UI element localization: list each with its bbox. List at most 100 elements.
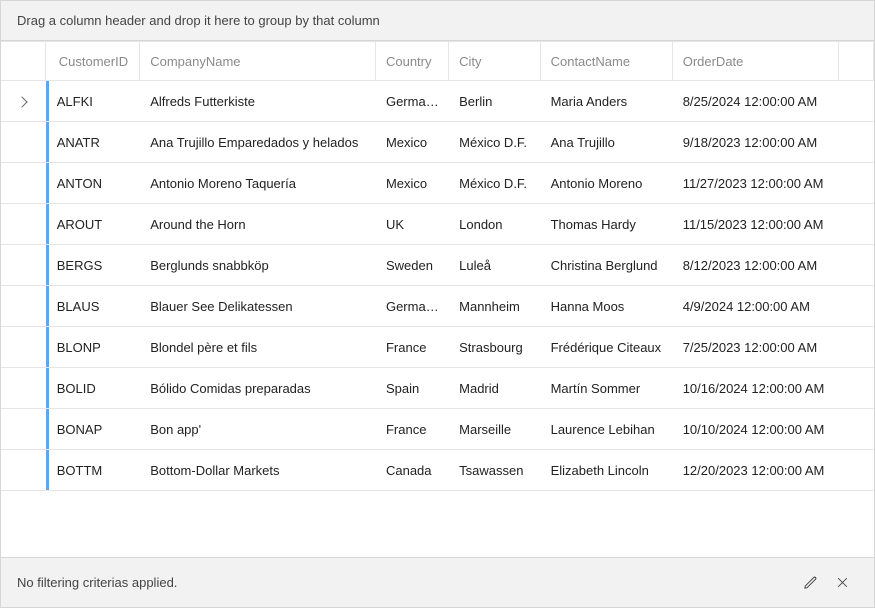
table-row[interactable]: AROUTAround the HornUKLondonThomas Hardy… bbox=[1, 204, 874, 245]
cell-contactname: Martín Sommer bbox=[541, 368, 673, 409]
cell-contactname: Elizabeth Lincoln bbox=[541, 450, 673, 491]
cell-companyname: Blondel père et fils bbox=[140, 327, 376, 368]
header-companyname[interactable]: CompanyName bbox=[140, 41, 376, 81]
cell-orderdate: 9/18/2023 12:00:00 AM bbox=[673, 122, 840, 163]
cell-orderdate: 8/12/2023 12:00:00 AM bbox=[673, 245, 840, 286]
cell-city: Strasbourg bbox=[449, 327, 540, 368]
cell-customerid: BLONP bbox=[49, 327, 140, 368]
cell-end bbox=[839, 81, 874, 122]
cell-country: Germany bbox=[376, 81, 449, 122]
header-end-cell bbox=[839, 41, 874, 81]
cell-city: México D.F. bbox=[449, 122, 540, 163]
table-row[interactable]: ALFKIAlfreds FutterkisteGermanyBerlinMar… bbox=[1, 81, 874, 122]
expand-row-button[interactable] bbox=[1, 409, 46, 450]
edit-filter-button[interactable] bbox=[794, 567, 826, 599]
cell-contactname: Antonio Moreno bbox=[541, 163, 673, 204]
cell-customerid: ALFKI bbox=[49, 81, 140, 122]
cell-contactname: Hanna Moos bbox=[541, 286, 673, 327]
cell-companyname: Ana Trujillo Emparedados y helados bbox=[140, 122, 376, 163]
header-contactname[interactable]: ContactName bbox=[541, 41, 673, 81]
cell-country: UK bbox=[376, 204, 449, 245]
expand-row-button[interactable] bbox=[1, 245, 46, 286]
cell-companyname: Blauer See Delikatessen bbox=[140, 286, 376, 327]
cell-city: Tsawassen bbox=[449, 450, 540, 491]
cell-orderdate: 11/15/2023 12:00:00 AM bbox=[673, 204, 840, 245]
cell-customerid: BLAUS bbox=[49, 286, 140, 327]
cell-companyname: Bon app' bbox=[140, 409, 376, 450]
table-row[interactable]: ANATRAna Trujillo Emparedados y heladosM… bbox=[1, 122, 874, 163]
expand-row-button[interactable] bbox=[1, 327, 46, 368]
cell-city: Madrid bbox=[449, 368, 540, 409]
table-row[interactable]: BONAPBon app'FranceMarseilleLaurence Leb… bbox=[1, 409, 874, 450]
cell-end bbox=[839, 327, 874, 368]
header-expander-cell bbox=[1, 41, 46, 81]
cell-end bbox=[839, 286, 874, 327]
expand-row-button[interactable] bbox=[1, 81, 46, 122]
cell-end bbox=[839, 450, 874, 491]
cell-orderdate: 10/10/2024 12:00:00 AM bbox=[673, 409, 840, 450]
cell-country: France bbox=[376, 327, 449, 368]
cell-country: Canada bbox=[376, 450, 449, 491]
cell-customerid: BOLID bbox=[49, 368, 140, 409]
filter-status-text: No filtering criterias applied. bbox=[17, 575, 177, 590]
cell-contactname: Christina Berglund bbox=[541, 245, 673, 286]
table-row[interactable]: ANTONAntonio Moreno TaqueríaMexicoMéxico… bbox=[1, 163, 874, 204]
pencil-icon bbox=[803, 575, 818, 590]
cell-city: Berlin bbox=[449, 81, 540, 122]
cell-city: México D.F. bbox=[449, 163, 540, 204]
cell-country: France bbox=[376, 409, 449, 450]
cell-country: Mexico bbox=[376, 122, 449, 163]
data-grid-wrapper: CustomerID CompanyName Country City Cont… bbox=[1, 41, 874, 491]
header-orderdate[interactable]: OrderDate bbox=[673, 41, 840, 81]
cell-customerid: BOTTM bbox=[49, 450, 140, 491]
group-panel-text: Drag a column header and drop it here to… bbox=[17, 13, 380, 28]
close-icon bbox=[836, 576, 849, 589]
cell-end bbox=[839, 163, 874, 204]
table-row[interactable]: BOLIDBólido Comidas preparadasSpainMadri… bbox=[1, 368, 874, 409]
cell-end bbox=[839, 122, 874, 163]
expand-row-button[interactable] bbox=[1, 368, 46, 409]
cell-contactname: Thomas Hardy bbox=[541, 204, 673, 245]
cell-orderdate: 11/27/2023 12:00:00 AM bbox=[673, 163, 840, 204]
expand-row-button[interactable] bbox=[1, 163, 46, 204]
cell-companyname: Alfreds Futterkiste bbox=[140, 81, 376, 122]
filter-footer-bar: No filtering criterias applied. bbox=[1, 557, 874, 607]
cell-orderdate: 7/25/2023 12:00:00 AM bbox=[673, 327, 840, 368]
cell-companyname: Bólido Comidas preparadas bbox=[140, 368, 376, 409]
cell-city: Luleå bbox=[449, 245, 540, 286]
expand-row-button[interactable] bbox=[1, 286, 46, 327]
table-row[interactable]: BLONPBlondel père et filsFranceStrasbour… bbox=[1, 327, 874, 368]
table-row[interactable]: BLAUSBlauer See DelikatessenGermanyMannh… bbox=[1, 286, 874, 327]
cell-country: Germany bbox=[376, 286, 449, 327]
cell-orderdate: 4/9/2024 12:00:00 AM bbox=[673, 286, 840, 327]
cell-contactname: Frédérique Citeaux bbox=[541, 327, 673, 368]
cell-customerid: BERGS bbox=[49, 245, 140, 286]
expand-row-button[interactable] bbox=[1, 204, 46, 245]
chevron-right-icon bbox=[17, 96, 28, 107]
header-customerid[interactable]: CustomerID bbox=[49, 41, 140, 81]
cell-customerid: BONAP bbox=[49, 409, 140, 450]
clear-filter-button[interactable] bbox=[826, 567, 858, 599]
cell-contactname: Maria Anders bbox=[541, 81, 673, 122]
cell-customerid: AROUT bbox=[49, 204, 140, 245]
table-row[interactable]: BOTTMBottom-Dollar MarketsCanadaTsawasse… bbox=[1, 450, 874, 491]
cell-contactname: Ana Trujillo bbox=[541, 122, 673, 163]
cell-orderdate: 12/20/2023 12:00:00 AM bbox=[673, 450, 840, 491]
group-by-drop-panel[interactable]: Drag a column header and drop it here to… bbox=[1, 1, 874, 41]
expand-row-button[interactable] bbox=[1, 122, 46, 163]
cell-country: Mexico bbox=[376, 163, 449, 204]
cell-customerid: ANATR bbox=[49, 122, 140, 163]
cell-city: London bbox=[449, 204, 540, 245]
table-row[interactable]: BERGSBerglunds snabbköpSwedenLuleåChrist… bbox=[1, 245, 874, 286]
cell-orderdate: 8/25/2024 12:00:00 AM bbox=[673, 81, 840, 122]
cell-end bbox=[839, 409, 874, 450]
expand-row-button[interactable] bbox=[1, 450, 46, 491]
cell-orderdate: 10/16/2024 12:00:00 AM bbox=[673, 368, 840, 409]
cell-companyname: Around the Horn bbox=[140, 204, 376, 245]
data-grid: CustomerID CompanyName Country City Cont… bbox=[1, 41, 874, 491]
header-city[interactable]: City bbox=[449, 41, 540, 81]
cell-country: Spain bbox=[376, 368, 449, 409]
cell-city: Mannheim bbox=[449, 286, 540, 327]
header-country[interactable]: Country bbox=[376, 41, 449, 81]
header-row: CustomerID CompanyName Country City Cont… bbox=[1, 41, 874, 81]
